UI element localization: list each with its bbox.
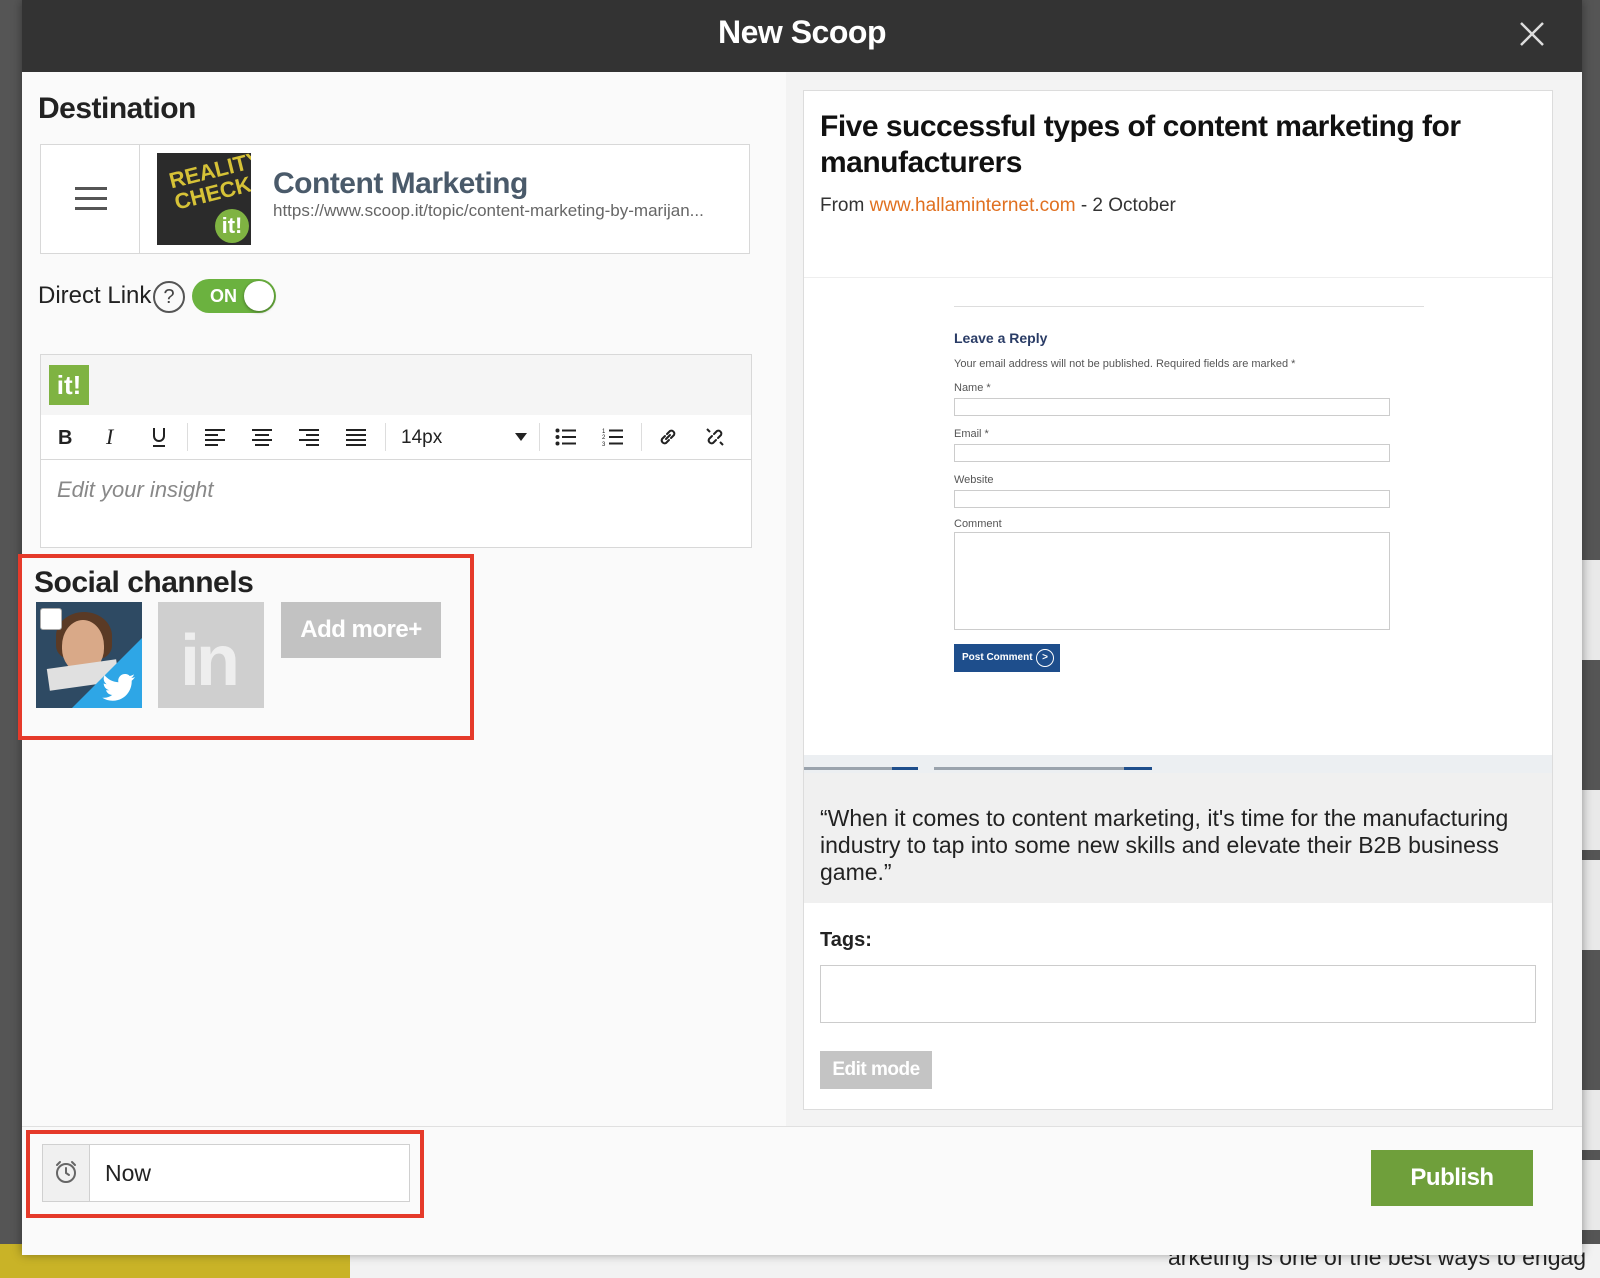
svg-text:B: B xyxy=(58,427,72,447)
preview-email-input xyxy=(954,444,1390,462)
thumbnail-text: REALITY CHECK xyxy=(166,153,251,215)
article-preview-image: Leave a Reply Your email address will no… xyxy=(804,277,1552,756)
align-left-icon[interactable] xyxy=(195,415,235,459)
preview-divider xyxy=(954,306,1424,307)
new-scoop-modal: New Scoop Destination REALITY CHECK it! … xyxy=(18,0,1582,1255)
preview-name-input xyxy=(954,398,1390,416)
direct-link-toggle[interactable]: ON xyxy=(192,279,276,313)
preview-note: Your email address will not be published… xyxy=(954,358,1296,370)
right-panel: Five successful types of content marketi… xyxy=(786,72,1582,1152)
chevron-right-icon: > xyxy=(1036,649,1054,667)
underline-icon[interactable] xyxy=(139,415,179,459)
topic-name: Content Marketing xyxy=(273,167,528,200)
modal-header: New Scoop xyxy=(22,0,1582,72)
svg-text:I: I xyxy=(105,427,115,447)
twitter-channel[interactable] xyxy=(36,602,142,708)
clock-button[interactable] xyxy=(43,1145,90,1201)
toggle-knob xyxy=(244,281,274,311)
close-icon[interactable] xyxy=(1518,20,1546,48)
linkedin-channel[interactable]: in xyxy=(158,602,264,708)
tags-input[interactable] xyxy=(820,965,1536,1023)
article-card: Five successful types of content marketi… xyxy=(803,90,1553,1110)
numbered-list-icon[interactable]: 123 xyxy=(593,415,633,459)
hamburger-icon[interactable] xyxy=(41,145,140,253)
direct-link-label: Direct Link xyxy=(38,282,152,309)
link-icon[interactable] xyxy=(648,415,688,459)
destination-selector[interactable]: REALITY CHECK it! Content Marketing http… xyxy=(40,144,750,254)
schedule-value: Now xyxy=(105,1160,152,1186)
clock-icon xyxy=(56,1161,76,1183)
article-quote: “When it comes to content marketing, it'… xyxy=(820,805,1509,885)
help-icon[interactable]: ? xyxy=(153,281,185,313)
align-justify-icon[interactable] xyxy=(336,415,376,459)
topic-url: https://www.scoop.it/topic/content-marke… xyxy=(273,201,704,220)
bullet-list-icon[interactable] xyxy=(546,415,586,459)
article-date: - 2 October xyxy=(1080,195,1176,216)
svg-text:3: 3 xyxy=(602,442,606,447)
bold-icon[interactable]: B xyxy=(45,415,85,459)
preview-field-label: Name * xyxy=(954,382,991,394)
insight-editor: it! B I 14px 1 2 3 Edit your insight xyxy=(40,354,752,548)
svg-text:2: 2 xyxy=(602,435,606,441)
scoopit-logo-icon: it! xyxy=(49,365,89,405)
modal-title: New Scoop xyxy=(718,14,886,50)
editor-toolbar: B I 14px 1 2 3 xyxy=(41,415,751,460)
source-link[interactable]: www.hallaminternet.com xyxy=(870,195,1076,216)
destination-heading: Destination xyxy=(38,92,196,125)
edit-mode-button[interactable]: Edit mode xyxy=(820,1051,932,1089)
unlink-icon[interactable] xyxy=(695,415,735,459)
social-channels-section: Social channels in Add more+ xyxy=(18,554,474,740)
article-excerpt: “When it comes to content marketing, it'… xyxy=(804,773,1552,903)
preview-tab-strip xyxy=(804,755,1552,773)
publish-button[interactable]: Publish xyxy=(1371,1150,1533,1206)
left-panel: Destination REALITY CHECK it! Content Ma… xyxy=(18,72,782,1152)
preview-post-comment-button: Post Comment > xyxy=(954,644,1060,672)
article-source-line: From www.hallaminternet.com - 2 October xyxy=(820,195,1176,217)
add-more-button[interactable]: Add more+ xyxy=(281,602,441,658)
article-title: Five successful types of content marketi… xyxy=(820,110,1461,179)
italic-icon[interactable]: I xyxy=(92,415,132,459)
schedule-field[interactable]: Now xyxy=(42,1144,410,1202)
chevron-down-icon xyxy=(515,433,527,441)
toggle-label: ON xyxy=(210,286,237,306)
preview-heading: Leave a Reply xyxy=(954,330,1048,346)
preview-field-label: Website xyxy=(954,474,994,486)
toolbar-separator xyxy=(385,423,386,451)
schedule-section: Now xyxy=(26,1130,424,1218)
align-right-icon[interactable] xyxy=(289,415,329,459)
tags-label: Tags: xyxy=(820,929,872,951)
twitter-bird-icon xyxy=(102,674,135,701)
font-size-select[interactable]: 14px xyxy=(393,415,533,459)
preview-comment-textarea xyxy=(954,532,1390,630)
twitter-channel-checkbox[interactable] xyxy=(40,608,62,630)
toolbar-separator xyxy=(641,423,642,451)
linkedin-icon: in xyxy=(180,621,240,701)
from-label: From xyxy=(820,195,865,216)
preview-field-label: Comment xyxy=(954,518,1002,530)
toolbar-separator xyxy=(187,423,188,451)
preview-website-input xyxy=(954,490,1390,508)
preview-button-label: Post Comment xyxy=(962,652,1033,663)
editor-header: it! xyxy=(41,355,751,416)
toolbar-separator xyxy=(539,423,540,451)
preview-field-label: Email * xyxy=(954,428,989,440)
align-center-icon[interactable] xyxy=(242,415,282,459)
topic-thumbnail: REALITY CHECK it! xyxy=(157,153,251,245)
font-size-value: 14px xyxy=(401,427,443,448)
scoopit-badge-icon: it! xyxy=(215,209,249,243)
social-channels-heading: Social channels xyxy=(34,566,254,599)
insight-input[interactable]: Edit your insight xyxy=(57,477,214,503)
